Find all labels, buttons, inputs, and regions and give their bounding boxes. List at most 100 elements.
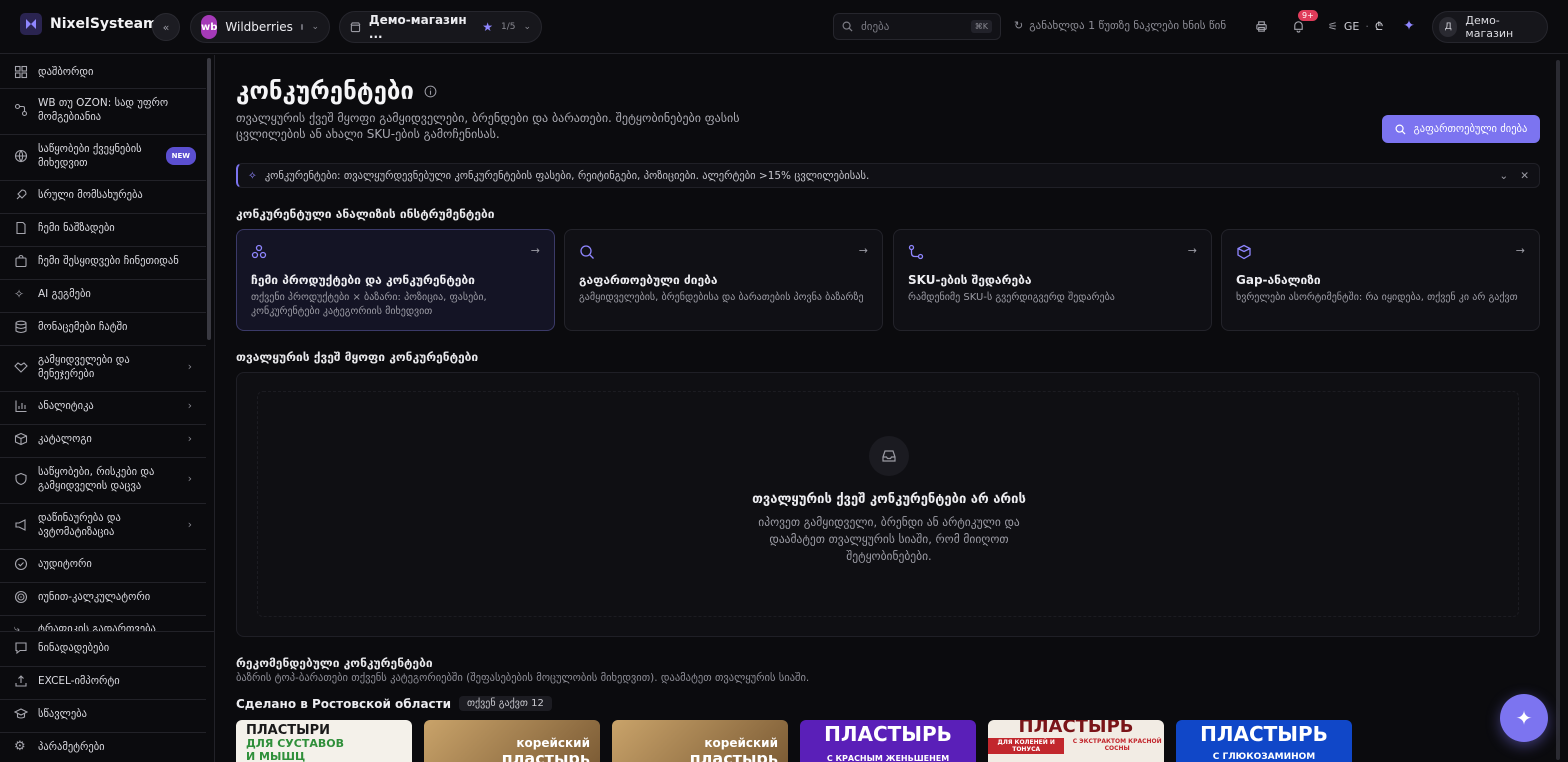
sidebar-item-china-purchases[interactable]: ჩემი შესყიდვები ჩინეთიდან xyxy=(0,253,206,269)
dashboard-icon xyxy=(14,65,28,79)
sidebar-item-label: გამყიდველები და მენეჯერები xyxy=(38,354,130,380)
region-group-header: Сделано в Ростовской области თქვენ გაქვთ… xyxy=(236,696,552,711)
sidebar-divider xyxy=(0,134,206,135)
info-icon[interactable] xyxy=(424,85,437,98)
sidebar-item-suggestions[interactable]: ნინადადებები xyxy=(0,640,206,656)
upload-icon xyxy=(15,675,27,687)
gear-icon: ⚙ xyxy=(14,739,26,754)
ai-assistant-fab[interactable]: ✦ xyxy=(1500,694,1548,742)
sidebar-scrollbar[interactable] xyxy=(207,58,211,340)
tools-section-title: კონკურენტული ანალიზის ინსტრუმენტები xyxy=(236,207,495,221)
sync-status[interactable]: ↻ განახლდა 1 წუთზე ნაკლები ხნის წინ xyxy=(1014,19,1226,32)
sidebar-item-catalog[interactable]: კატალოგი › xyxy=(0,431,206,447)
product-card[interactable]: ПЛАСТЫРЬ С КРАСНЫМ ЖЕНЬШЕНЕМ xyxy=(800,720,976,762)
product-text-line: С ГЛЮКОЗАМИНОМ xyxy=(1212,752,1316,762)
rocket-icon xyxy=(16,189,27,200)
product-text-line: ДЛЯ КОЛЕНЕЙ И ТОНУСА xyxy=(988,738,1065,754)
wildberries-logo: wb xyxy=(201,15,218,39)
sidebar-item-label: მონაცემები ჩატში xyxy=(38,321,128,333)
page-scrollbar[interactable] xyxy=(1556,60,1562,760)
sidebar-item-excel-import[interactable]: EXCEL-იმპორტი xyxy=(0,673,206,689)
sidebar-item-learning[interactable]: სწავლება xyxy=(0,706,206,722)
sidebar-item-dashboard[interactable]: დაშბორდი xyxy=(0,64,206,80)
sidebar-item-label: დაწინაურება და ავტომატიზაცია xyxy=(38,512,121,538)
product-card[interactable]: корейский пластырь xyxy=(424,720,600,762)
empty-state-description: იპოვეთ გამყიდველი, ბრენდი ან არტიკული და… xyxy=(758,515,1020,563)
recommended-description: ბაზრის ტოპ-ბარათები თქვენს კატეგორიებში … xyxy=(236,672,810,684)
close-icon[interactable]: ✕ xyxy=(1520,170,1529,182)
tool-card-my-products[interactable]: → ჩემი პროდუქტები და კონკურენტები თქვენი… xyxy=(236,229,555,331)
print-button[interactable] xyxy=(1250,15,1272,37)
sidebar-item-label: ნინადადებები xyxy=(38,642,110,654)
sidebar-item-sellers-managers[interactable]: გამყიდველები და მენეჯერები › xyxy=(0,352,206,382)
sidebar-item-promotion-automation[interactable]: დაწინაურება და ავტომატიზაცია › xyxy=(0,510,206,540)
page-scrollbar-thumb[interactable] xyxy=(1556,60,1560,760)
box-icon xyxy=(14,432,28,446)
page-title: კონკურენტები xyxy=(236,77,414,105)
chevron-right-icon: › xyxy=(187,433,192,445)
tool-card-advanced-search[interactable]: → გაფართოებული ძიება გამყიდველების, ბრენ… xyxy=(564,229,883,331)
sidebar-item-label: სწავლება xyxy=(38,708,87,720)
sidebar-item-wb-vs-ozon[interactable]: WB თუ OZON: სად უფრო მომგებიანია xyxy=(0,95,206,125)
sidebar-item-ai-plans[interactable]: ✧ AI გეგმები xyxy=(0,286,206,302)
target-icon xyxy=(14,590,28,604)
chevron-right-icon: › xyxy=(187,519,192,531)
search-icon xyxy=(842,21,853,32)
inbox-icon xyxy=(869,436,909,476)
sidebar-item-label: საწყობები, რისკები და გამყიდველის დაცვა xyxy=(38,466,155,492)
sidebar-item-warehouses-by-country[interactable]: საწყობები ქვეყნების მიხედვით NEW xyxy=(0,141,206,171)
tool-card-sku-compare[interactable]: → SKU-ების შედარება რამდენიმე SKU-ს გვერ… xyxy=(893,229,1212,331)
advanced-search-button[interactable]: გაფართოებული ძიება xyxy=(1382,115,1540,143)
arrow-right-icon: → xyxy=(858,244,868,257)
sidebar-divider xyxy=(0,424,206,425)
new-badge: NEW xyxy=(165,147,196,165)
updated-text: განახლდა 1 წუთზე ნაკლები ხნის წინ xyxy=(1029,19,1227,32)
user-menu-button[interactable]: Д Демо-магазин xyxy=(1432,11,1548,43)
product-card[interactable]: ПЛАСТЫРЬ С ГЛЮКОЗАМИНОМ xyxy=(1176,720,1352,762)
chevron-down-icon[interactable]: ⌄ xyxy=(1499,170,1508,182)
product-card[interactable]: корейский пластырь xyxy=(612,720,788,762)
product-text-line: ДЛЯ СУСТАВОВ xyxy=(246,737,344,750)
product-text-line: С КРАСНЫМ ЖЕНЬШЕНЕМ xyxy=(826,754,950,762)
app-logo[interactable]: NixelSysteam xyxy=(20,13,158,35)
star-icon[interactable]: ★ xyxy=(482,20,493,34)
sidebar: დაშბორდი WB თუ OZON: სად უფრო მომგებიანი… xyxy=(0,55,215,762)
sidebar-item-data-in-chat[interactable]: მონაცემები ჩატში xyxy=(0,319,206,335)
sidebar-item-settings[interactable]: ⚙ პარამეტრები xyxy=(0,739,206,755)
sidebar-divider xyxy=(0,666,206,667)
sidebar-item-unit-calculator[interactable]: იუნით-კალკულატორი xyxy=(0,589,206,605)
product-text-line: ПЛАСТЫРЬ xyxy=(1200,722,1328,746)
sidebar-divider xyxy=(0,391,206,392)
ai-assistant-button[interactable]: ✦ xyxy=(1398,15,1420,37)
empty-state-title: თვალყურის ქვეშ კონკურენტები არ არის xyxy=(752,492,1026,507)
message-icon xyxy=(15,642,27,655)
product-text-line: пластырь xyxy=(501,749,590,762)
status-dot xyxy=(300,24,304,30)
search-input[interactable]: ძიება ⌘K xyxy=(833,13,1001,40)
store-selector[interactable]: Демо-магазин ... ★ 1/5 ⌄ xyxy=(339,11,542,43)
sidebar-item-analytics[interactable]: ანალიტიკა › xyxy=(0,398,206,414)
tool-card-gap-analysis[interactable]: → Gap-ანალიზი ხვრელები ასორტიმენტში: რა … xyxy=(1221,229,1540,331)
language-currency-selector[interactable]: ⚟ GE · ₾ xyxy=(1328,19,1383,34)
sidebar-item-full-service[interactable]: სრული მომსახურება xyxy=(0,187,206,203)
sidebar-item-label: ჩემი ნაშზადები xyxy=(38,222,115,234)
chart-icon xyxy=(15,400,27,413)
page-title-row: კონკურენტები xyxy=(236,77,437,105)
product-card[interactable]: ПЛАСТЫРЬ ДЛЯ КОЛЕНЕЙ И ТОНУСА С ЭКСТРАКТ… xyxy=(988,720,1164,762)
compare-icon xyxy=(14,103,28,117)
sidebar-item-warehouses-risks[interactable]: საწყობები, რისკები და გამყიდველის დაცვა … xyxy=(0,464,206,494)
store-name: Демо-магазин ... xyxy=(368,13,467,41)
sidebar-item-label: EXCEL-იმპორტი xyxy=(38,675,120,687)
sidebar-item-label: ანალიტიკა xyxy=(38,400,94,412)
search-placeholder: ძიება xyxy=(861,20,890,33)
product-text-line: ПЛАСТЫРЬ xyxy=(824,722,952,746)
sidebar-item-label: იუნით-კალკულატორი xyxy=(38,591,151,603)
sidebar-item-my-supplies[interactable]: ჩემი ნაშზადები xyxy=(0,220,206,236)
printer-icon xyxy=(1255,20,1267,32)
info-banner: ✧ კონკურენტები: თვალყურდევნებული კონკურე… xyxy=(236,163,1540,188)
marketplace-selector[interactable]: wb Wildberries ⌄ xyxy=(190,11,330,43)
sidebar-item-auditor[interactable]: აუდიტორი xyxy=(0,556,206,572)
collapse-sidebar-button[interactable]: « xyxy=(152,13,180,41)
product-card[interactable]: ПЛАСТЫРИ ДЛЯ СУСТАВОВ И МЫШЦ xyxy=(236,720,412,762)
chevron-right-icon: › xyxy=(187,400,192,412)
